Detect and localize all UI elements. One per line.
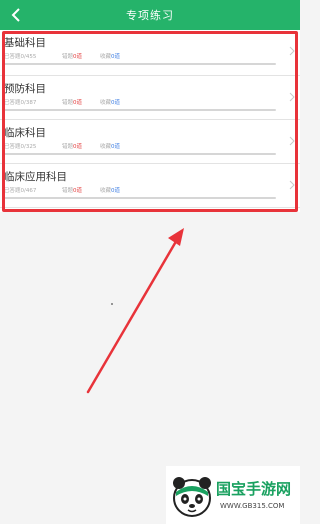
favorite-stat: 收藏0道 [100, 52, 120, 60]
wrong-label: 错题 [62, 188, 74, 194]
favorite-count: 0道 [111, 188, 121, 194]
site-watermark: 国宝手游网 WWW.GB315.COM [166, 466, 300, 524]
answered-count: 已答题0/325 [4, 144, 37, 150]
chevron-right-icon [289, 46, 295, 56]
progress-bar [4, 109, 276, 111]
favorite-stat: 收藏0道 [100, 98, 120, 106]
progress-bar [4, 63, 276, 65]
back-button[interactable] [6, 5, 26, 25]
favorite-count: 0道 [111, 100, 121, 106]
panda-logo-icon [173, 477, 211, 517]
answered-count: 已答题0/455 [4, 54, 37, 60]
wrong-stat: 错题0道 [62, 52, 82, 60]
favorite-label: 收藏 [100, 188, 112, 194]
answered-count: 已答题0/387 [4, 100, 37, 106]
favorite-count: 0道 [111, 54, 121, 60]
wrong-stat: 错题0道 [62, 98, 82, 106]
wrong-stat: 错题0道 [62, 142, 82, 150]
chevron-right-icon [289, 136, 295, 146]
favorite-stat: 收藏0道 [100, 142, 120, 150]
subject-item-basic[interactable]: 基础科目 已答题0/455 错题0道 收藏0道 [0, 30, 300, 76]
watermark-name: 国宝手游网 [216, 480, 292, 498]
chevron-right-icon [289, 92, 295, 102]
progress-bar [4, 197, 276, 199]
subject-title: 基础科目 [4, 37, 46, 49]
subject-item-clinical-application[interactable]: 临床应用科目 已答题0/467 错题0道 收藏0道 [0, 164, 300, 208]
watermark-url: WWW.GB315.COM [220, 502, 285, 510]
top-bar: 专项练习 [0, 0, 300, 30]
wrong-count: 0道 [73, 188, 83, 194]
wrong-count: 0道 [73, 144, 83, 150]
subject-title: 临床应用科目 [4, 171, 67, 183]
favorite-stat: 收藏0道 [100, 186, 120, 194]
favorite-count: 0道 [111, 144, 121, 150]
subject-item-prevention[interactable]: 预防科目 已答题0/387 错题0道 收藏0道 [0, 76, 300, 120]
progress-bar [4, 153, 276, 155]
wrong-label: 错题 [62, 54, 74, 60]
wrong-count: 0道 [73, 54, 83, 60]
favorite-label: 收藏 [100, 54, 112, 60]
chevron-left-icon [11, 8, 20, 22]
answered-count: 已答题0/467 [4, 188, 37, 194]
wrong-stat: 错题0道 [62, 186, 82, 194]
wrong-label: 错题 [62, 100, 74, 106]
page-title: 专项练习 [126, 9, 174, 22]
subject-title: 预防科目 [4, 83, 46, 95]
subject-item-clinical[interactable]: 临床科目 已答题0/325 错题0道 收藏0道 [0, 120, 300, 164]
wrong-count: 0道 [73, 100, 83, 106]
chevron-right-icon [289, 180, 295, 190]
favorite-label: 收藏 [100, 100, 112, 106]
subject-list: 基础科目 已答题0/455 错题0道 收藏0道 预防科目 已答题0/387 错题… [0, 30, 300, 212]
favorite-label: 收藏 [100, 144, 112, 150]
stray-dot [111, 303, 113, 305]
subject-title: 临床科目 [4, 127, 46, 139]
wrong-label: 错题 [62, 144, 74, 150]
